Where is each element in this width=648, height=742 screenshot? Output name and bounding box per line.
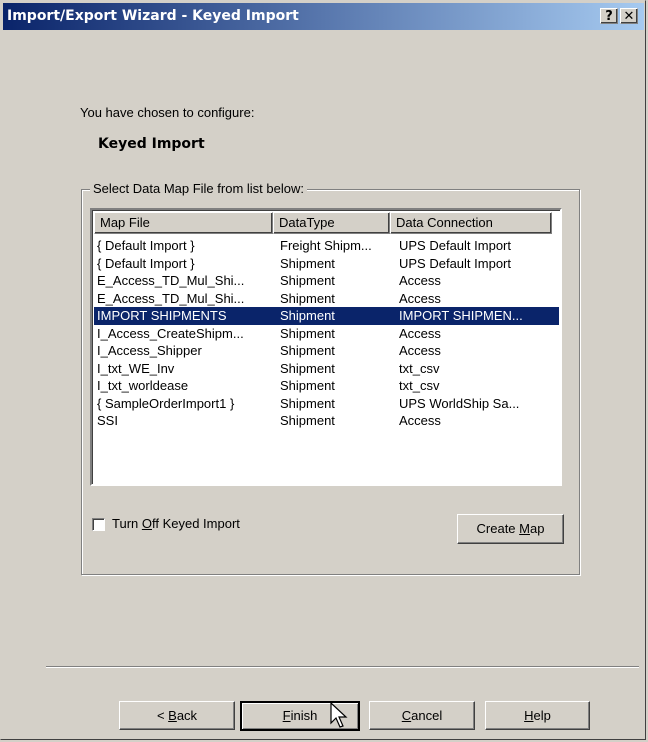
- data-connection-cell: Access: [399, 273, 441, 288]
- datatype-cell: Shipment: [280, 290, 335, 306]
- data-connection-cell: UPS Default Import: [399, 255, 511, 271]
- list-item[interactable]: SSI Shipment Access: [94, 412, 560, 430]
- mouse-pointer-icon: [330, 701, 348, 728]
- map-file-cell: { Default Import }: [97, 238, 195, 253]
- list-item[interactable]: I_txt_WE_Inv Shipment txt_csv: [94, 360, 560, 378]
- list-item[interactable]: I_txt_worldease Shipment txt_csv: [94, 377, 560, 395]
- data-connection-cell: Access: [399, 325, 441, 341]
- list-item[interactable]: { Default Import } Freight Shipm... UPS De…: [94, 237, 560, 255]
- data-connection-cell: IMPORT SHIPMEN...: [399, 308, 523, 323]
- datatype-cell: Shipment: [280, 308, 335, 323]
- window-title: Import/Export Wizard - Keyed Import: [7, 8, 299, 24]
- list-header: Map File DataType Data Connection: [94, 212, 560, 234]
- help-icon[interactable]: ?: [600, 8, 618, 24]
- map-file-cell: I_Access_Shipper: [97, 343, 202, 358]
- column-header-map-file[interactable]: Map File: [94, 212, 273, 234]
- data-connection-cell: Access: [399, 413, 441, 428]
- datatype-cell: Shipment: [280, 255, 335, 271]
- wizard-window: Import/Export Wizard - Keyed Import ? ✕ …: [0, 0, 646, 740]
- configure-subject: Keyed Import: [98, 136, 205, 152]
- datatype-cell: Shipment: [280, 413, 335, 428]
- data-connection-cell: Access: [399, 290, 441, 306]
- list-rows: { Default Import } Freight Shipm... UPS De…: [94, 237, 560, 430]
- map-file-cell: IMPORT SHIPMENTS: [97, 308, 227, 323]
- map-file-cell: I_txt_WE_Inv: [97, 360, 175, 376]
- datatype-cell: Shipment: [280, 395, 335, 411]
- list-item[interactable]: { SampleOrderImport1 } Shipment UPS WorldS…: [94, 395, 560, 413]
- group-label: Select Data Map File from list below:: [90, 181, 307, 196]
- datatype-cell: Freight Shipm...: [280, 238, 372, 253]
- list-item[interactable]: I_Access_CreateShipm... Shipment Access: [94, 325, 560, 343]
- datatype-cell: Shipment: [280, 360, 335, 376]
- back-button[interactable]: < Back: [119, 701, 235, 730]
- datatype-cell: Shipment: [280, 343, 335, 358]
- datatype-cell: Shipment: [280, 325, 335, 341]
- map-file-cell: E_Access_TD_Mul_Shi...: [97, 290, 245, 306]
- checkbox-box[interactable]: [92, 518, 105, 531]
- checkbox-label: Turn Off Keyed Import: [112, 516, 240, 531]
- intro-text: You have chosen to configure:: [80, 105, 255, 120]
- button-separator: [46, 666, 639, 668]
- map-file-cell: { Default Import }: [97, 255, 195, 271]
- list-item[interactable]: { Default Import } Shipment UPS Default Im…: [94, 255, 560, 273]
- data-connection-cell: txt_csv: [399, 360, 440, 376]
- data-connection-cell: UPS WorldShip Sa...: [399, 395, 520, 411]
- map-file-list[interactable]: Map File DataType Data Connection { Defa…: [90, 208, 562, 486]
- map-file-cell: SSI: [97, 413, 118, 428]
- datatype-cell: Shipment: [280, 273, 335, 288]
- title-bar[interactable]: Import/Export Wizard - Keyed Import ? ✕: [3, 3, 644, 30]
- list-item[interactable]: E_Access_TD_Mul_Shi... Shipment Access: [94, 290, 560, 308]
- map-file-cell: { SampleOrderImport1 }: [97, 395, 235, 411]
- data-connection-cell: txt_csv: [399, 378, 440, 393]
- column-header-data-connection[interactable]: Data Connection: [390, 212, 552, 234]
- list-item[interactable]: I_Access_Shipper Shipment Access: [94, 342, 560, 360]
- cancel-button[interactable]: Cancel: [369, 701, 475, 730]
- map-file-cell: I_Access_CreateShipm...: [97, 325, 244, 341]
- create-map-button[interactable]: Create Map: [457, 514, 564, 544]
- close-icon[interactable]: ✕: [620, 8, 638, 24]
- help-button[interactable]: Help: [485, 701, 590, 730]
- list-item[interactable]: E_Access_TD_Mul_Shi... Shipment Access: [94, 272, 560, 290]
- datatype-cell: Shipment: [280, 378, 335, 393]
- data-connection-cell: UPS Default Import: [399, 238, 511, 253]
- list-item[interactable]: IMPORT SHIPMENTS Shipment IMPORT SHIPMEN..…: [94, 307, 559, 325]
- map-file-cell: I_txt_worldease: [97, 378, 189, 393]
- column-header-datatype[interactable]: DataType: [273, 212, 390, 234]
- map-file-cell: E_Access_TD_Mul_Shi...: [97, 273, 245, 288]
- data-connection-cell: Access: [399, 343, 441, 358]
